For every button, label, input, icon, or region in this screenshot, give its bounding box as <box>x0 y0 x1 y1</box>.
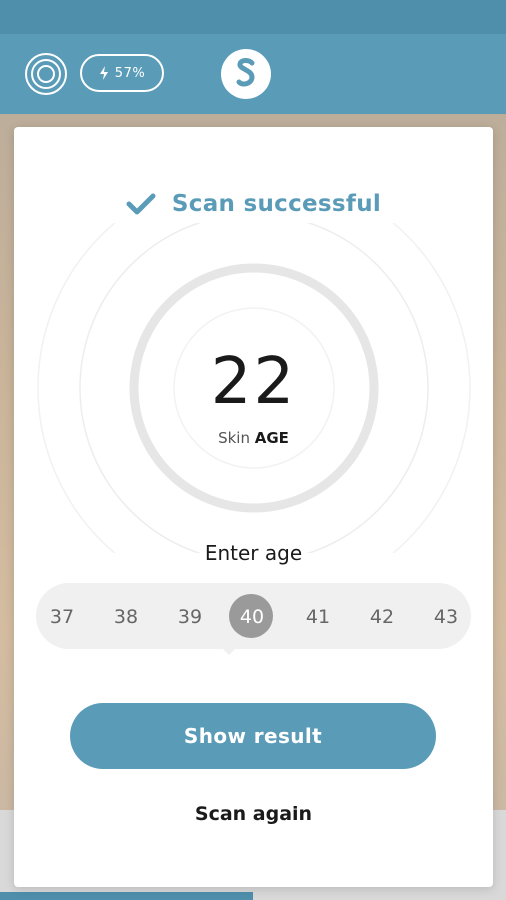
brand-logo-icon <box>236 58 255 87</box>
result-card: Scan successful 22 Skin AGE Enter age 37… <box>14 127 493 887</box>
skin-age-caption: Skin AGE <box>14 429 493 447</box>
status-strip <box>0 0 506 34</box>
age-option-38[interactable]: 38 <box>104 597 148 637</box>
skin-age-value: 22 <box>210 345 297 419</box>
caption-emphasis: AGE <box>254 429 289 447</box>
age-option-41[interactable]: 41 <box>296 597 340 637</box>
caption-prefix: Skin <box>218 429 250 447</box>
age-option-37[interactable]: 37 <box>40 597 84 637</box>
bolt-icon <box>99 66 108 80</box>
success-text: Scan successful <box>171 191 382 217</box>
age-option-40-selected[interactable]: 40 <box>230 597 274 637</box>
success-message: Scan successful <box>14 191 493 217</box>
battery-indicator: 57% <box>80 54 164 92</box>
battery-label: 57% <box>114 65 146 81</box>
check-icon <box>126 193 156 215</box>
bottom-progress-bar <box>0 892 253 900</box>
target-icon[interactable] <box>24 52 68 96</box>
picker-pointer <box>221 647 237 655</box>
enter-age-label: Enter age <box>204 541 303 565</box>
brand-logo[interactable] <box>221 49 271 99</box>
top-bar: 57% <box>0 34 506 114</box>
age-picker[interactable]: 37 38 39 40 41 42 43 <box>36 583 471 649</box>
scan-again-link[interactable]: Scan again <box>14 803 493 825</box>
show-result-button[interactable]: Show result <box>70 703 436 769</box>
age-option-42[interactable]: 42 <box>360 597 404 637</box>
age-option-43[interactable]: 43 <box>424 597 468 637</box>
age-option-39[interactable]: 39 <box>168 597 212 637</box>
